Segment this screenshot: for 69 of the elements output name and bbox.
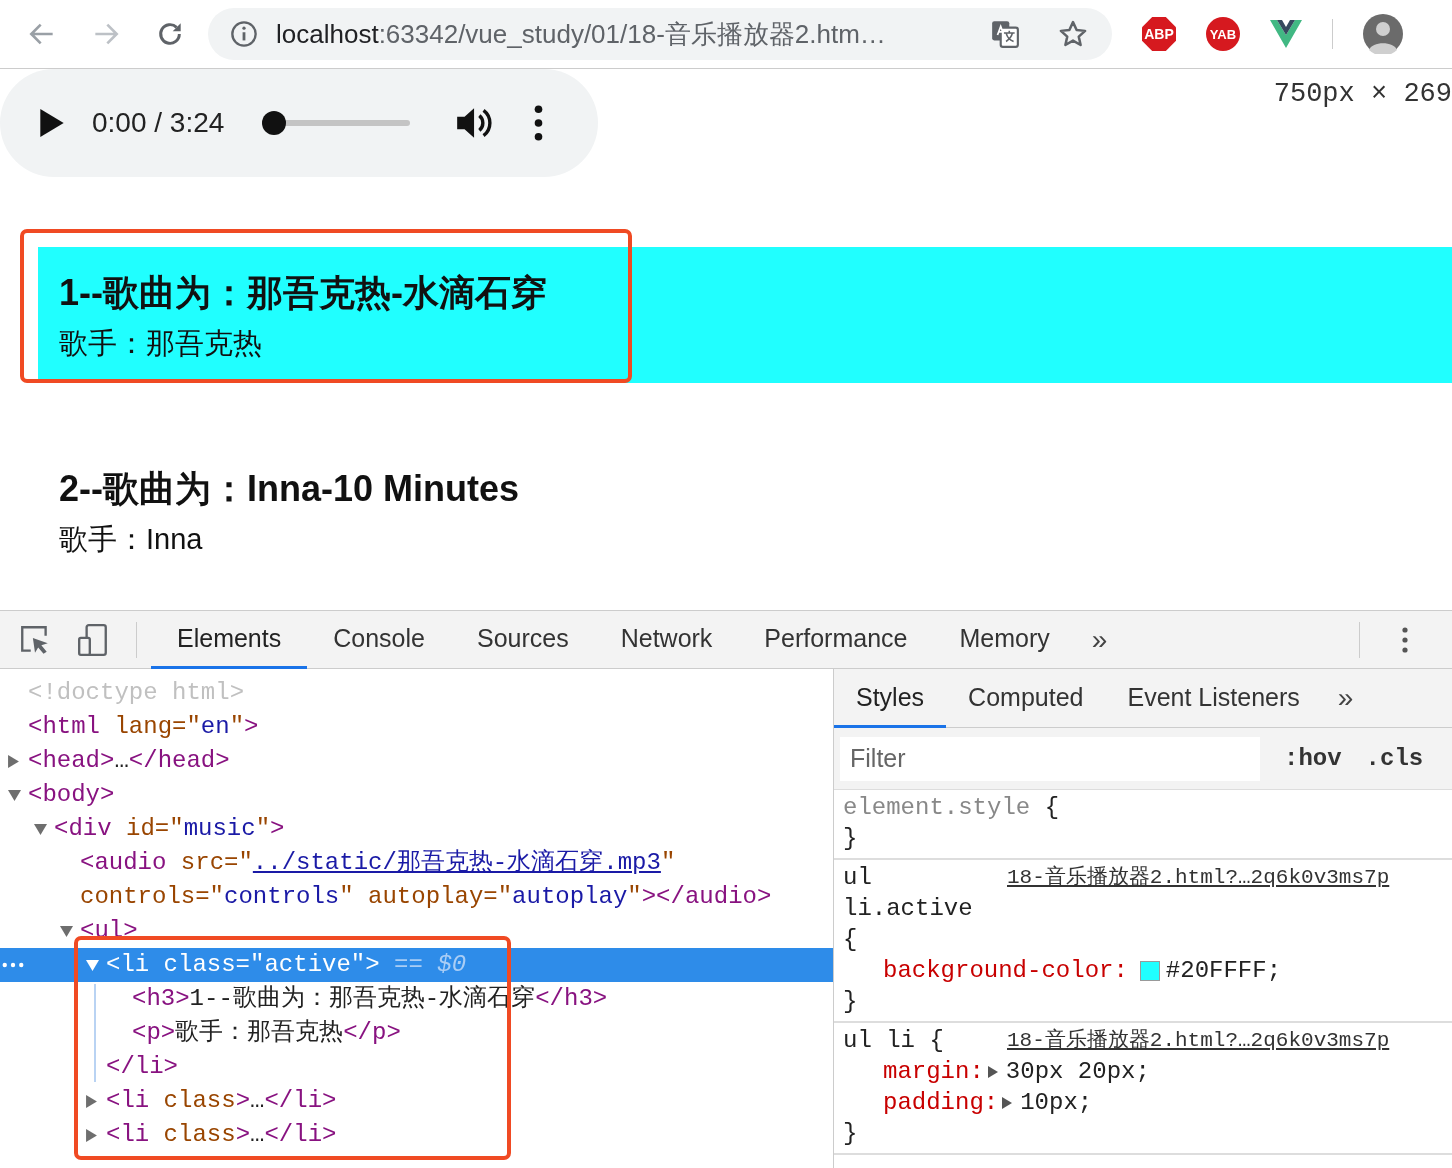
translate-icon[interactable] — [990, 19, 1020, 49]
device-icon[interactable] — [76, 622, 110, 657]
css-selector: element.style { — [843, 793, 1061, 823]
slider-thumb[interactable] — [262, 111, 286, 135]
css-declaration[interactable]: padding: 10px; — [843, 1087, 1452, 1118]
sidebar-tab[interactable]: Event Listeners — [1105, 669, 1322, 728]
code-line[interactable]: <head>…</head> — [28, 744, 833, 778]
song-artist: 歌手：那吾克热 — [59, 326, 262, 361]
code-line[interactable]: <li class>…</li> — [106, 1084, 833, 1118]
filter-field[interactable]: Filter — [840, 736, 1260, 781]
source-link[interactable]: 18-音乐播放器2.html?…2q6k0v3ms7p — [1007, 862, 1390, 955]
url-path: :63342/vue_study/01/18-音乐播放器2.htm… — [378, 18, 886, 49]
file-link[interactable]: ../static/那吾克热-水滴石穿.mp3 — [252, 849, 661, 876]
caret-down-icon[interactable] — [34, 823, 47, 835]
code-line[interactable]: <audio src="../static/那吾克热-水滴石穿.mp3" controls="controls" autoplay="autoplay"></audio> — [80, 846, 833, 914]
avatar-icon[interactable] — [1363, 14, 1403, 54]
code-line[interactable]: </li> — [106, 1050, 833, 1084]
state-toggle-button[interactable]: :hov — [1284, 745, 1342, 772]
song-item[interactable]: 2--歌曲为：Inna-10 Minutes 歌手：Inna — [38, 443, 1452, 579]
seek-slider[interactable] — [262, 111, 410, 135]
more-icon[interactable] — [534, 105, 543, 141]
devtools-tab[interactable]: Memory — [933, 611, 1076, 669]
menu-icon[interactable] — [1402, 625, 1408, 654]
css-selector: ul li.active { — [843, 863, 974, 955]
devtools-tab[interactable]: Performance — [738, 611, 934, 669]
color-swatch[interactable] — [1139, 960, 1160, 981]
caret-right-icon[interactable] — [86, 1128, 97, 1142]
devtools-tab[interactable]: Console — [307, 611, 451, 669]
code-line[interactable]: <p>歌手：那吾克热</p> — [132, 1016, 833, 1050]
caret-right-icon[interactable] — [987, 1065, 998, 1078]
address-bar[interactable]: localhost:63342/vue_study/01/18-音乐播放器2.htm… — [208, 8, 1112, 60]
state-toggle-button[interactable]: .cls — [1365, 745, 1424, 772]
devtools-tab[interactable]: Sources — [450, 611, 595, 669]
css-declaration[interactable]: background-color: #20FFFF; — [843, 955, 1452, 986]
closing-brace: } — [843, 1119, 859, 1149]
adblock-extension[interactable]: ABP — [1142, 17, 1176, 51]
v-logo-icon[interactable] — [1270, 20, 1302, 48]
source-link[interactable]: 18-音乐播放器2.html?…2q6k0v3ms7p — [1007, 1025, 1390, 1056]
code-line[interactable]: <h3>1--歌曲为：那吾克热-水滴石穿</h3> — [132, 982, 833, 1016]
caret-right-icon[interactable] — [86, 1094, 97, 1108]
code-line[interactable]: <li class>…</li> — [106, 1118, 833, 1152]
more-tabs-button[interactable]: » — [1075, 611, 1124, 668]
info-icon[interactable] — [230, 20, 258, 48]
song-title: 2--歌曲为：Inna-10 Minutes — [59, 467, 520, 511]
url-host: localhost — [276, 18, 379, 49]
css-declaration[interactable]: margin: 30px 20px; — [843, 1056, 1452, 1087]
code-line[interactable]: <body> — [28, 778, 833, 812]
extension-button[interactable]: YAB — [1206, 17, 1240, 51]
caret-down-icon[interactable] — [60, 925, 73, 937]
caret-right-icon[interactable] — [1002, 1096, 1013, 1109]
css-selector: ul li { — [843, 1026, 945, 1056]
song-item[interactable]: 1--歌曲为：那吾克热-水滴石穿 歌手：那吾克热 — [38, 247, 1452, 383]
more-tabs-button[interactable]: » — [1321, 669, 1370, 727]
closing-brace: } — [843, 987, 859, 1017]
play-icon[interactable] — [40, 109, 64, 137]
size-label: 750px × 269 — [1273, 79, 1452, 109]
devtools-tab[interactable]: Network — [594, 611, 739, 669]
song-artist: 歌手：Inna — [59, 522, 203, 557]
caret-right-icon[interactable] — [8, 754, 19, 768]
closing-brace: } — [843, 824, 859, 854]
song-title: 1--歌曲为：那吾克热-水滴石穿 — [59, 271, 547, 315]
sidebar-tab[interactable]: Computed — [946, 669, 1106, 728]
code-line[interactable]: <html lang="en"> — [28, 710, 833, 744]
caret-down-icon[interactable] — [86, 959, 99, 971]
code-line[interactable]: <div id="music"> — [54, 812, 833, 846]
time-display: 0:00 / 3:24 — [92, 107, 226, 139]
devtools-tab[interactable]: Elements — [151, 611, 308, 669]
star-icon[interactable] — [1058, 19, 1088, 49]
caret-down-icon[interactable] — [8, 789, 21, 801]
